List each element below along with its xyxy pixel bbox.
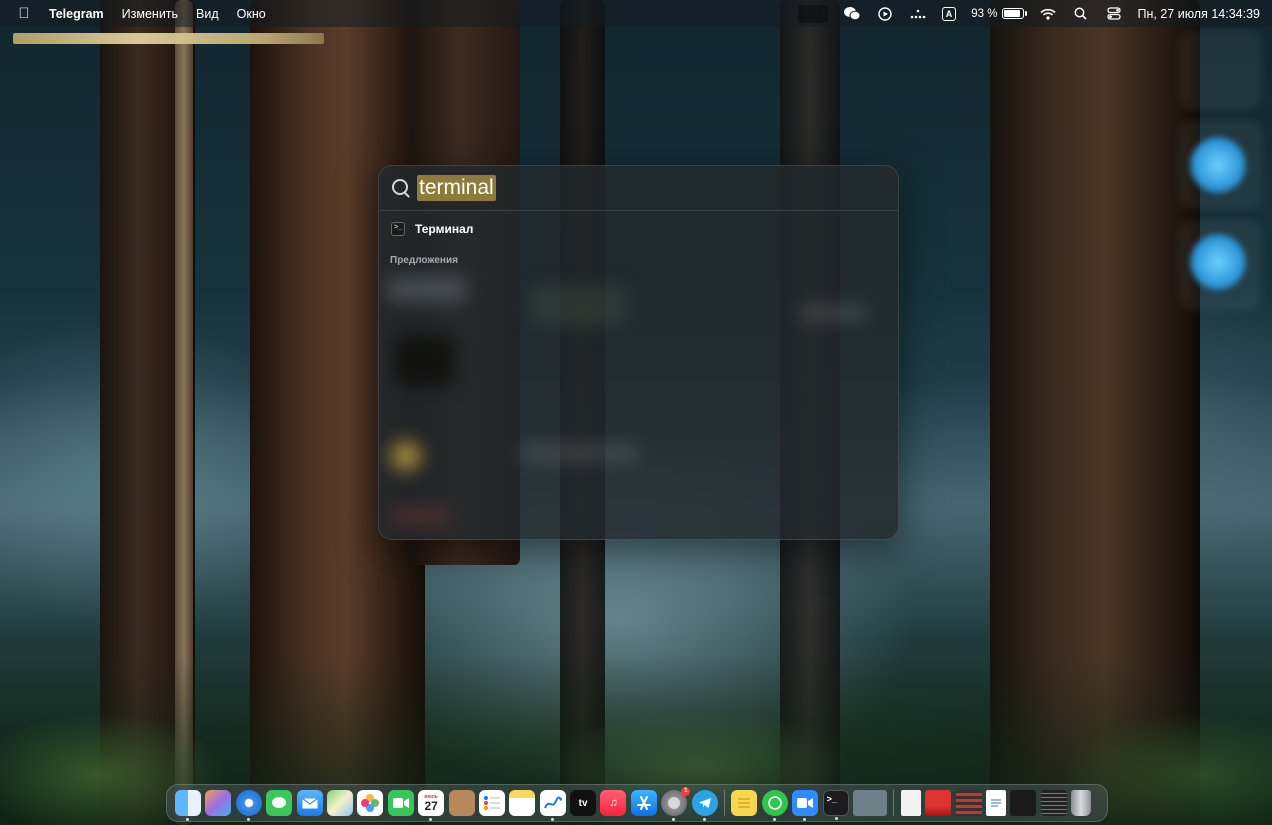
spotlight-panel: terminal >_ Терминал Предложения — [378, 165, 899, 540]
terminal-window-thumbnail[interactable] — [1010, 790, 1037, 816]
text-file-icon[interactable] — [985, 790, 1006, 816]
maps-icon[interactable] — [326, 790, 353, 816]
calendar-day: 27 — [424, 799, 438, 813]
dock: июль 27 tv ♫ 1 >_ — [166, 784, 1108, 822]
suggestions-heading: Предложения — [390, 255, 458, 266]
document-icon[interactable] — [900, 790, 921, 816]
battery-indicator[interactable]: 93 % — [971, 7, 1027, 20]
suggestions-list-blurred — [379, 266, 898, 539]
search-icon[interactable] — [1072, 6, 1090, 22]
dock-separator — [724, 790, 726, 816]
blank-window-thumbnail[interactable] — [852, 790, 887, 816]
zoom-icon[interactable] — [792, 790, 819, 821]
dots-icon[interactable] — [909, 6, 927, 22]
photos-icon[interactable] — [357, 790, 384, 816]
freeform-icon[interactable] — [539, 790, 566, 821]
status-item-blank[interactable] — [797, 4, 828, 23]
facetime-icon[interactable] — [387, 790, 414, 816]
spotlight-search-input[interactable]: terminal — [417, 175, 496, 201]
notification-widget[interactable] — [1178, 30, 1262, 110]
play-icon[interactable] — [876, 6, 894, 22]
music-icon[interactable]: ♫ — [600, 790, 627, 816]
menu-edit[interactable]: Изменить — [122, 7, 178, 21]
wechat-icon[interactable] — [843, 6, 861, 22]
result-label: Терминал — [415, 222, 474, 236]
app-store-icon[interactable] — [630, 790, 657, 816]
menu-app-name[interactable]: Telegram — [49, 7, 104, 21]
trash-icon[interactable] — [1071, 790, 1092, 816]
contacts-icon[interactable] — [448, 790, 475, 816]
mail-icon[interactable] — [296, 790, 323, 816]
system-settings-icon[interactable]: 1 — [661, 787, 691, 821]
terminal-icon: >_ — [391, 222, 405, 236]
messages-icon[interactable] — [266, 790, 293, 816]
search-icon — [391, 178, 411, 198]
finder-icon[interactable] — [175, 790, 201, 821]
spotlight-search-bar[interactable]: terminal — [379, 166, 898, 211]
folder-stack-icon[interactable] — [955, 790, 982, 816]
battery-percent: 93 % — [971, 7, 998, 20]
whatsapp-icon[interactable] — [761, 790, 788, 821]
menu-bar:  Telegram Изменить Вид Окно A 93 % Пн, — [0, 0, 1272, 27]
telegram-icon[interactable] — [691, 790, 718, 821]
app-icon-blurred — [1189, 136, 1247, 194]
list-window-thumbnail[interactable] — [1040, 790, 1067, 816]
input-source-indicator[interactable]: A — [941, 6, 957, 21]
safari-icon[interactable] — [235, 790, 262, 821]
folder-icon[interactable] — [925, 790, 952, 816]
launchpad-icon[interactable] — [205, 790, 232, 816]
reminders-icon[interactable] — [478, 790, 505, 816]
menu-view[interactable]: Вид — [196, 7, 219, 21]
notification-badge: 1 — [681, 787, 691, 796]
spotlight-top-result[interactable]: >_ Терминал — [379, 211, 898, 247]
clock[interactable]: Пн, 27 июля 14:34:39 — [1138, 7, 1261, 21]
stickies-icon[interactable] — [731, 790, 758, 816]
menu-window[interactable]: Окно — [237, 7, 266, 21]
terminal-icon[interactable]: >_ — [822, 790, 849, 820]
tv-icon[interactable]: tv — [570, 790, 597, 816]
calendar-icon[interactable]: июль 27 — [418, 790, 445, 821]
notes-icon[interactable] — [509, 790, 536, 816]
control-center-icon[interactable] — [1105, 6, 1123, 22]
dock-separator — [893, 790, 895, 816]
battery-icon — [1001, 8, 1027, 19]
wifi-icon[interactable] — [1039, 6, 1057, 22]
tv-label: tv — [578, 797, 588, 809]
blurred-banner — [13, 33, 324, 44]
apple-icon[interactable]:  — [17, 5, 31, 22]
app-icon-blurred — [1189, 233, 1247, 291]
